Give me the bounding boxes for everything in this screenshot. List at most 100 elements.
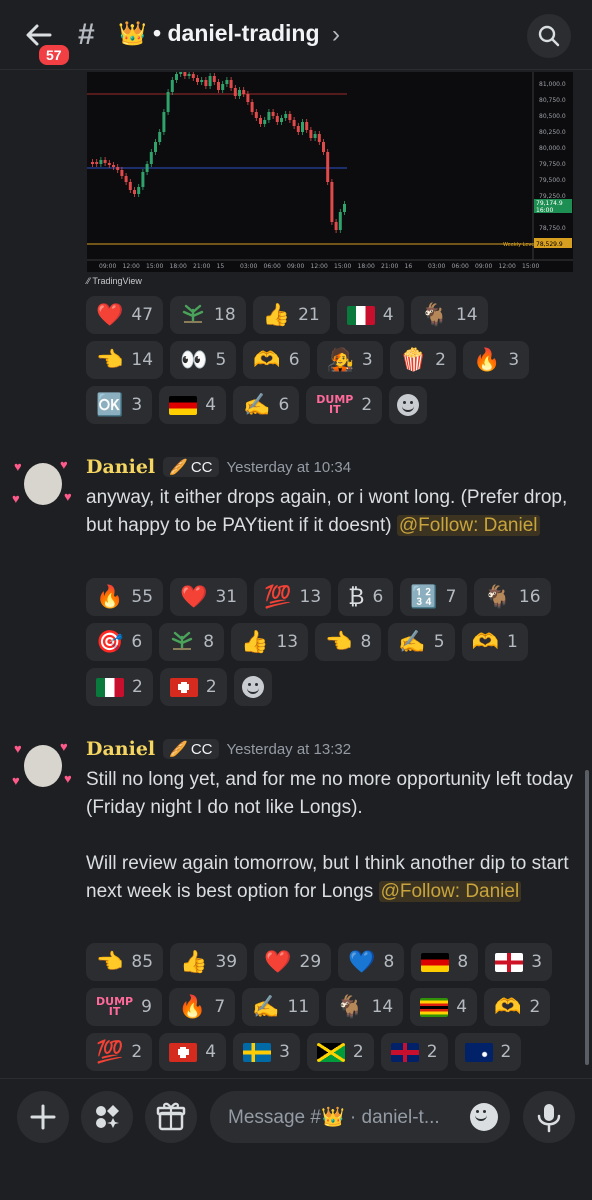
reaction-chip[interactable]: 3 [233, 1033, 300, 1071]
reaction-chip[interactable]: 4 [410, 988, 478, 1026]
reaction-chip[interactable]: 💯 13 [254, 578, 332, 616]
candle-body [233, 88, 237, 96]
search-button[interactable] [527, 14, 571, 58]
reaction-chip[interactable]: ❤️ 31 [170, 578, 248, 616]
flag-ch-icon [169, 677, 198, 697]
reaction-chip[interactable]: 🐐 14 [326, 988, 404, 1026]
candle-body [166, 92, 170, 112]
reaction-chip[interactable]: ✍️ 5 [388, 623, 455, 661]
emoji-icon: 🎯 [96, 629, 124, 654]
add-reaction-button[interactable] [233, 668, 272, 706]
reaction-count: 2 [131, 1042, 143, 1062]
reaction-chip[interactable]: 💯 2 [86, 1033, 153, 1071]
reactions-bar: ❤️ 47 18 👍 21 4 🐐 14 👈 14 👀 5 🫶 6 🧑‍🎤 3 🍿 2 🔥 3 🆗 3 4 ✍️ 6 DUMP IT… [86, 296, 556, 424]
chevron-right-icon[interactable]: › [332, 21, 340, 49]
candle-body [288, 114, 292, 120]
reaction-chip[interactable]: 🐐 14 [410, 296, 488, 334]
time-tick-label: 03:00 [240, 263, 257, 270]
smile-icon [470, 1103, 498, 1131]
voice-message-button[interactable] [523, 1091, 575, 1143]
add-reaction-button[interactable] [389, 386, 428, 424]
reaction-chip[interactable]: 2 [380, 1033, 448, 1071]
avatar[interactable]: ♥ ♥ ♥ ♥ [12, 455, 72, 513]
reaction-chip[interactable]: 👈 85 [86, 943, 164, 981]
chart-image[interactable]: 81,000.0 80,750.0 80,500.0 80,250.0 80,000.0… [87, 72, 573, 272]
weekly-level-label: Weekly Level [503, 242, 536, 248]
plant-icon [169, 629, 195, 656]
reaction-chip[interactable]: DUMP IT 2 [306, 386, 383, 424]
channel-title[interactable]: 👑 • daniel-trading [118, 20, 320, 47]
emoji-icon: ✍️ [243, 392, 271, 417]
reaction-chip[interactable]: 👈 8 [315, 623, 382, 661]
reaction-chip[interactable]: 🫶 2 [484, 988, 551, 1026]
candle-body [179, 72, 183, 74]
flag-mx-icon [96, 677, 124, 697]
price-tick-label: 80,250.0 [539, 129, 566, 136]
reaction-chip[interactable]: 2 [86, 668, 153, 706]
reaction-chip[interactable]: 2 [306, 1033, 374, 1071]
reaction-chip[interactable]: 👍 39 [170, 943, 248, 981]
apps-button[interactable] [81, 1091, 133, 1143]
reaction-chip[interactable]: 🔥 55 [86, 578, 164, 616]
reaction-count: 14 [131, 350, 154, 370]
candle-body [296, 126, 300, 132]
reaction-chip[interactable]: 18 [170, 296, 246, 334]
gift-button[interactable] [145, 1091, 197, 1143]
reaction-chip[interactable]: 🐐 16 [473, 578, 551, 616]
candle-body [128, 182, 132, 190]
server-tag[interactable]: 🥖 CC [163, 457, 219, 477]
reaction-chip[interactable]: DUMP IT 9 [86, 988, 162, 1026]
reaction-chip[interactable]: 👍 21 [252, 296, 330, 334]
reaction-chip[interactable]: 🔢 7 [400, 578, 467, 616]
reaction-chip[interactable]: 3 [485, 943, 553, 981]
reaction-chip[interactable]: ❤️ 47 [86, 296, 164, 334]
reaction-chip[interactable]: ✍️ 6 [233, 386, 300, 424]
reaction-chip[interactable]: 👀 5 [170, 341, 237, 379]
reaction-chip[interactable]: ❤️ 29 [254, 943, 332, 981]
reaction-chip[interactable]: 🔥 3 [462, 341, 530, 379]
reaction-chip[interactable]: 4 [159, 1033, 227, 1071]
avatar[interactable]: ♥ ♥ ♥ ♥ [12, 737, 72, 795]
emoji-icon: ❤️ [96, 302, 124, 327]
emoji-icon: ₿ [348, 584, 365, 609]
emoji-picker-button[interactable] [470, 1103, 498, 1131]
reaction-chip[interactable]: 🆗 3 [86, 386, 153, 424]
smile-icon [397, 394, 420, 416]
reaction-chip[interactable]: 💙 8 [338, 943, 405, 981]
author-name[interactable]: Daniel [86, 738, 155, 760]
reaction-chip[interactable]: 2 [159, 668, 227, 706]
role-mention[interactable]: @Follow: Daniel [396, 515, 540, 536]
reaction-chip[interactable]: 🍿 2 [389, 341, 456, 379]
candle-body [162, 112, 166, 132]
reaction-chip[interactable]: 4 [336, 296, 404, 334]
emoji-icon: 🔥 [472, 347, 501, 372]
message-body: anyway, it either drops again, or i wont… [86, 484, 578, 540]
reaction-chip[interactable]: 👈 14 [86, 341, 164, 379]
role-mention[interactable]: @Follow: Daniel [378, 881, 522, 902]
reaction-chip[interactable]: 8 [411, 943, 479, 981]
reaction-chip[interactable]: 🫶 6 [243, 341, 310, 379]
reaction-count: 18 [214, 305, 236, 325]
flag-ch-icon [169, 1042, 198, 1062]
reaction-chip[interactable]: 2 [454, 1033, 522, 1071]
reaction-chip[interactable]: ✍️ 11 [242, 988, 320, 1026]
candle-body [217, 82, 220, 90]
reaction-chip[interactable]: 🎯 6 [86, 623, 153, 661]
reaction-chip[interactable]: 8 [159, 623, 225, 661]
reaction-count: 16 [518, 587, 541, 607]
reaction-chip[interactable]: 4 [159, 386, 227, 424]
candle-body [187, 74, 191, 76]
reaction-count: 14 [371, 997, 394, 1017]
reaction-chip[interactable]: 👍 13 [231, 623, 309, 661]
scrollbar[interactable] [585, 770, 589, 1065]
reaction-chip[interactable]: 🔥 7 [168, 988, 236, 1026]
reaction-chip[interactable]: ₿ 6 [338, 578, 394, 616]
reaction-chip[interactable]: 🫶 1 [461, 623, 528, 661]
candle-body [338, 212, 342, 230]
server-tag[interactable]: 🥖 CC [163, 739, 219, 759]
author-name[interactable]: Daniel [86, 456, 155, 478]
message-input[interactable]: Message #👑 · daniel-t... [210, 1091, 510, 1143]
add-attachment-button[interactable] [17, 1091, 69, 1143]
reaction-chip[interactable]: 🧑‍🎤 3 [316, 341, 383, 379]
emoji-icon: 👀 [180, 347, 208, 372]
